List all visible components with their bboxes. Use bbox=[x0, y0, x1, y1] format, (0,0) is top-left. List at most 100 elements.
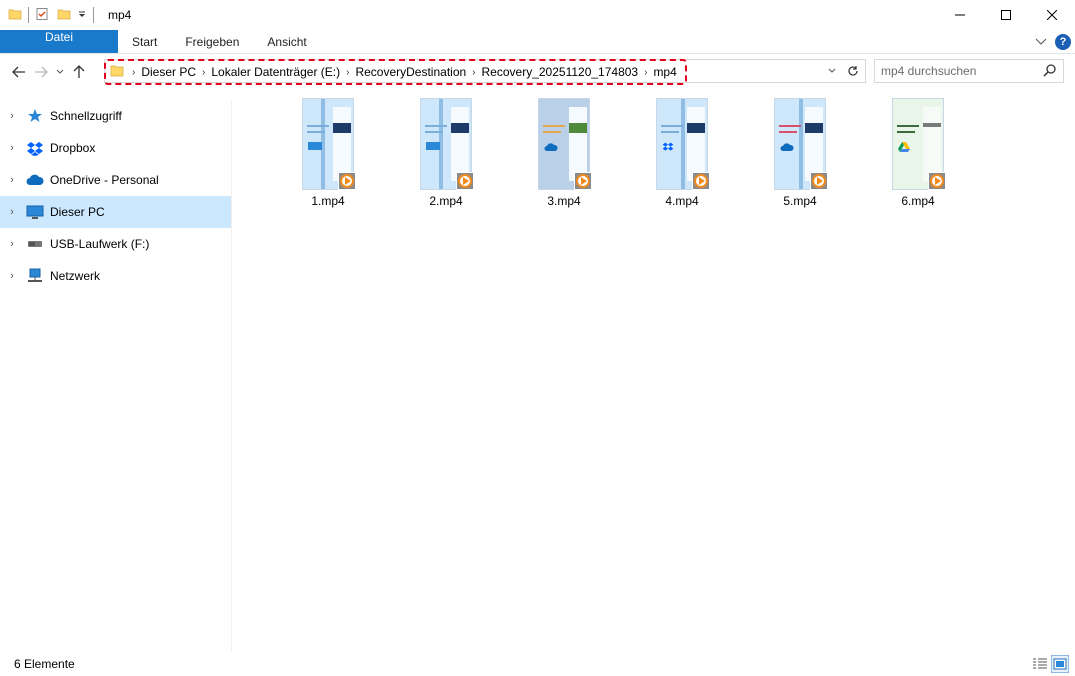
toolbar-separator bbox=[93, 7, 94, 23]
file-item[interactable]: 1.mp4 bbox=[269, 96, 387, 208]
play-icon bbox=[338, 172, 356, 190]
details-view-icon bbox=[1033, 658, 1047, 669]
video-thumbnail bbox=[890, 96, 946, 190]
tab-datei[interactable]: Datei bbox=[0, 30, 118, 53]
window-controls bbox=[937, 0, 1075, 30]
folder-icon bbox=[110, 64, 124, 80]
expand-chevron-icon[interactable]: › bbox=[4, 142, 20, 154]
chevron-right-icon[interactable]: › bbox=[642, 67, 649, 78]
chevron-right-icon[interactable]: › bbox=[344, 67, 351, 78]
google-drive-icon bbox=[898, 141, 912, 152]
help-icon[interactable]: ? bbox=[1055, 34, 1071, 50]
tab-ansicht[interactable]: Ansicht bbox=[253, 30, 320, 53]
recent-locations-button[interactable] bbox=[52, 61, 68, 83]
video-thumbnail bbox=[418, 96, 474, 190]
computer-icon bbox=[24, 203, 46, 221]
chevron-right-icon[interactable]: › bbox=[470, 67, 477, 78]
up-button[interactable] bbox=[68, 61, 90, 83]
details-view-button[interactable] bbox=[1031, 655, 1049, 673]
video-thumbnail bbox=[300, 96, 356, 190]
expand-chevron-icon[interactable]: › bbox=[4, 174, 20, 186]
search-icon[interactable] bbox=[1043, 63, 1057, 80]
arrow-left-icon bbox=[12, 66, 25, 77]
tab-freigeben[interactable]: Freigeben bbox=[171, 30, 253, 53]
toolbar-separator bbox=[28, 7, 29, 23]
sidebar-item-netzwerk[interactable]: › Netzwerk bbox=[0, 260, 231, 292]
view-switcher bbox=[1031, 655, 1069, 673]
play-icon bbox=[456, 172, 474, 190]
dropbox-icon bbox=[662, 141, 676, 151]
sidebar-item-label: OneDrive - Personal bbox=[50, 173, 159, 187]
navigation-buttons bbox=[0, 61, 104, 83]
sidebar-item-label: Schnellzugriff bbox=[50, 109, 122, 123]
customize-toolbar-icon[interactable] bbox=[77, 8, 87, 22]
expand-chevron-icon[interactable]: › bbox=[4, 206, 20, 218]
back-button[interactable] bbox=[8, 61, 30, 83]
file-item[interactable]: 4.mp4 bbox=[623, 96, 741, 208]
file-name: 4.mp4 bbox=[665, 194, 699, 208]
chevron-right-icon: › bbox=[132, 66, 136, 78]
sidebar-item-label: USB-Laufwerk (F:) bbox=[50, 237, 150, 251]
play-icon bbox=[574, 172, 592, 190]
maximize-button[interactable] bbox=[983, 0, 1029, 30]
file-name: 5.mp4 bbox=[783, 194, 817, 208]
file-item[interactable]: 3.mp4 bbox=[505, 96, 623, 208]
video-thumbnail bbox=[772, 96, 828, 190]
file-name: 1.mp4 bbox=[311, 194, 345, 208]
properties-icon[interactable] bbox=[35, 7, 49, 24]
file-item[interactable]: 6.mp4 bbox=[859, 96, 977, 208]
chevron-right-icon[interactable]: › bbox=[200, 67, 207, 78]
expand-chevron-icon[interactable]: › bbox=[4, 110, 20, 122]
large-icons-view-icon bbox=[1053, 658, 1067, 670]
search-box[interactable] bbox=[874, 59, 1064, 83]
cloud-icon bbox=[780, 141, 794, 151]
status-bar: 6 Elemente bbox=[0, 652, 1075, 676]
play-icon bbox=[928, 172, 946, 190]
refresh-button[interactable] bbox=[844, 62, 862, 80]
forward-button[interactable] bbox=[30, 61, 52, 83]
large-icons-view-button[interactable] bbox=[1051, 655, 1069, 673]
arrow-right-icon bbox=[35, 66, 48, 77]
address-bar[interactable]: › Dieser PC › Lokaler Datenträger (E:) ›… bbox=[104, 59, 866, 85]
quick-access-toolbar bbox=[0, 0, 100, 30]
crumb-dieser-pc[interactable]: Dieser PC bbox=[137, 65, 200, 79]
address-row: › Dieser PC › Lokaler Datenträger (E:) ›… bbox=[0, 55, 1075, 88]
refresh-icon bbox=[848, 66, 858, 76]
file-grid: 1.mp4 2.mp4 3.mp4 4.mp4 5.mp4 6.mp4 bbox=[269, 96, 977, 208]
sidebar-item-dieser-pc[interactable]: › Dieser PC bbox=[0, 196, 231, 228]
file-name: 2.mp4 bbox=[429, 194, 463, 208]
star-icon bbox=[24, 107, 46, 125]
address-history-button[interactable] bbox=[825, 62, 839, 80]
expand-ribbon-icon[interactable] bbox=[1035, 35, 1047, 49]
breadcrumb: › Dieser PC › Lokaler Datenträger (E:) ›… bbox=[104, 59, 687, 85]
chevron-down-icon bbox=[56, 69, 64, 74]
ribbon-right-controls: ? bbox=[1035, 30, 1071, 54]
file-item[interactable]: 2.mp4 bbox=[387, 96, 505, 208]
search-input[interactable] bbox=[881, 64, 1041, 78]
monitor-icon bbox=[426, 141, 440, 151]
crumb-drive-e[interactable]: Lokaler Datenträger (E:) bbox=[207, 65, 344, 79]
new-folder-icon[interactable] bbox=[57, 7, 71, 24]
expand-chevron-icon[interactable]: › bbox=[4, 270, 20, 282]
sidebar-item-label: Dropbox bbox=[50, 141, 96, 155]
navigation-pane: › Schnellzugriff › Dropbox › OneDrive - … bbox=[0, 100, 232, 652]
file-list: 1.mp4 2.mp4 3.mp4 4.mp4 5.mp4 6.mp4 bbox=[233, 96, 1075, 652]
monitor-icon bbox=[308, 141, 322, 151]
minimize-button[interactable] bbox=[937, 0, 983, 30]
arrow-up-icon bbox=[73, 64, 85, 78]
file-name: 6.mp4 bbox=[901, 194, 935, 208]
sidebar-item-dropbox[interactable]: › Dropbox bbox=[0, 132, 231, 164]
tab-start[interactable]: Start bbox=[118, 30, 171, 53]
sidebar-item-usb-drive[interactable]: › USB-Laufwerk (F:) bbox=[0, 228, 231, 260]
sidebar-item-schnellzugriff[interactable]: › Schnellzugriff bbox=[0, 100, 231, 132]
cloud-icon bbox=[24, 171, 46, 189]
close-button[interactable] bbox=[1029, 0, 1075, 30]
crumb-recovery-destination[interactable]: RecoveryDestination bbox=[351, 65, 470, 79]
title-bar: mp4 bbox=[0, 0, 1075, 30]
expand-chevron-icon[interactable]: › bbox=[4, 238, 20, 250]
sidebar-item-onedrive[interactable]: › OneDrive - Personal bbox=[0, 164, 231, 196]
crumb-mp4[interactable]: mp4 bbox=[649, 65, 684, 79]
video-thumbnail bbox=[654, 96, 710, 190]
file-item[interactable]: 5.mp4 bbox=[741, 96, 859, 208]
crumb-recovery-folder[interactable]: Recovery_20251120_174803 bbox=[478, 65, 643, 79]
